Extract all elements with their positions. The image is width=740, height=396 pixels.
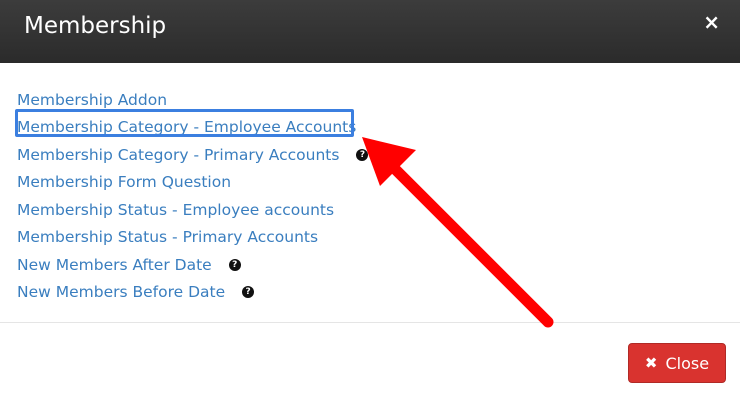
red-arrow-annotation [362,137,554,328]
arrow-shaft [388,162,554,328]
membership-modal: Membership × Membership Addon Membership… [0,0,740,395]
